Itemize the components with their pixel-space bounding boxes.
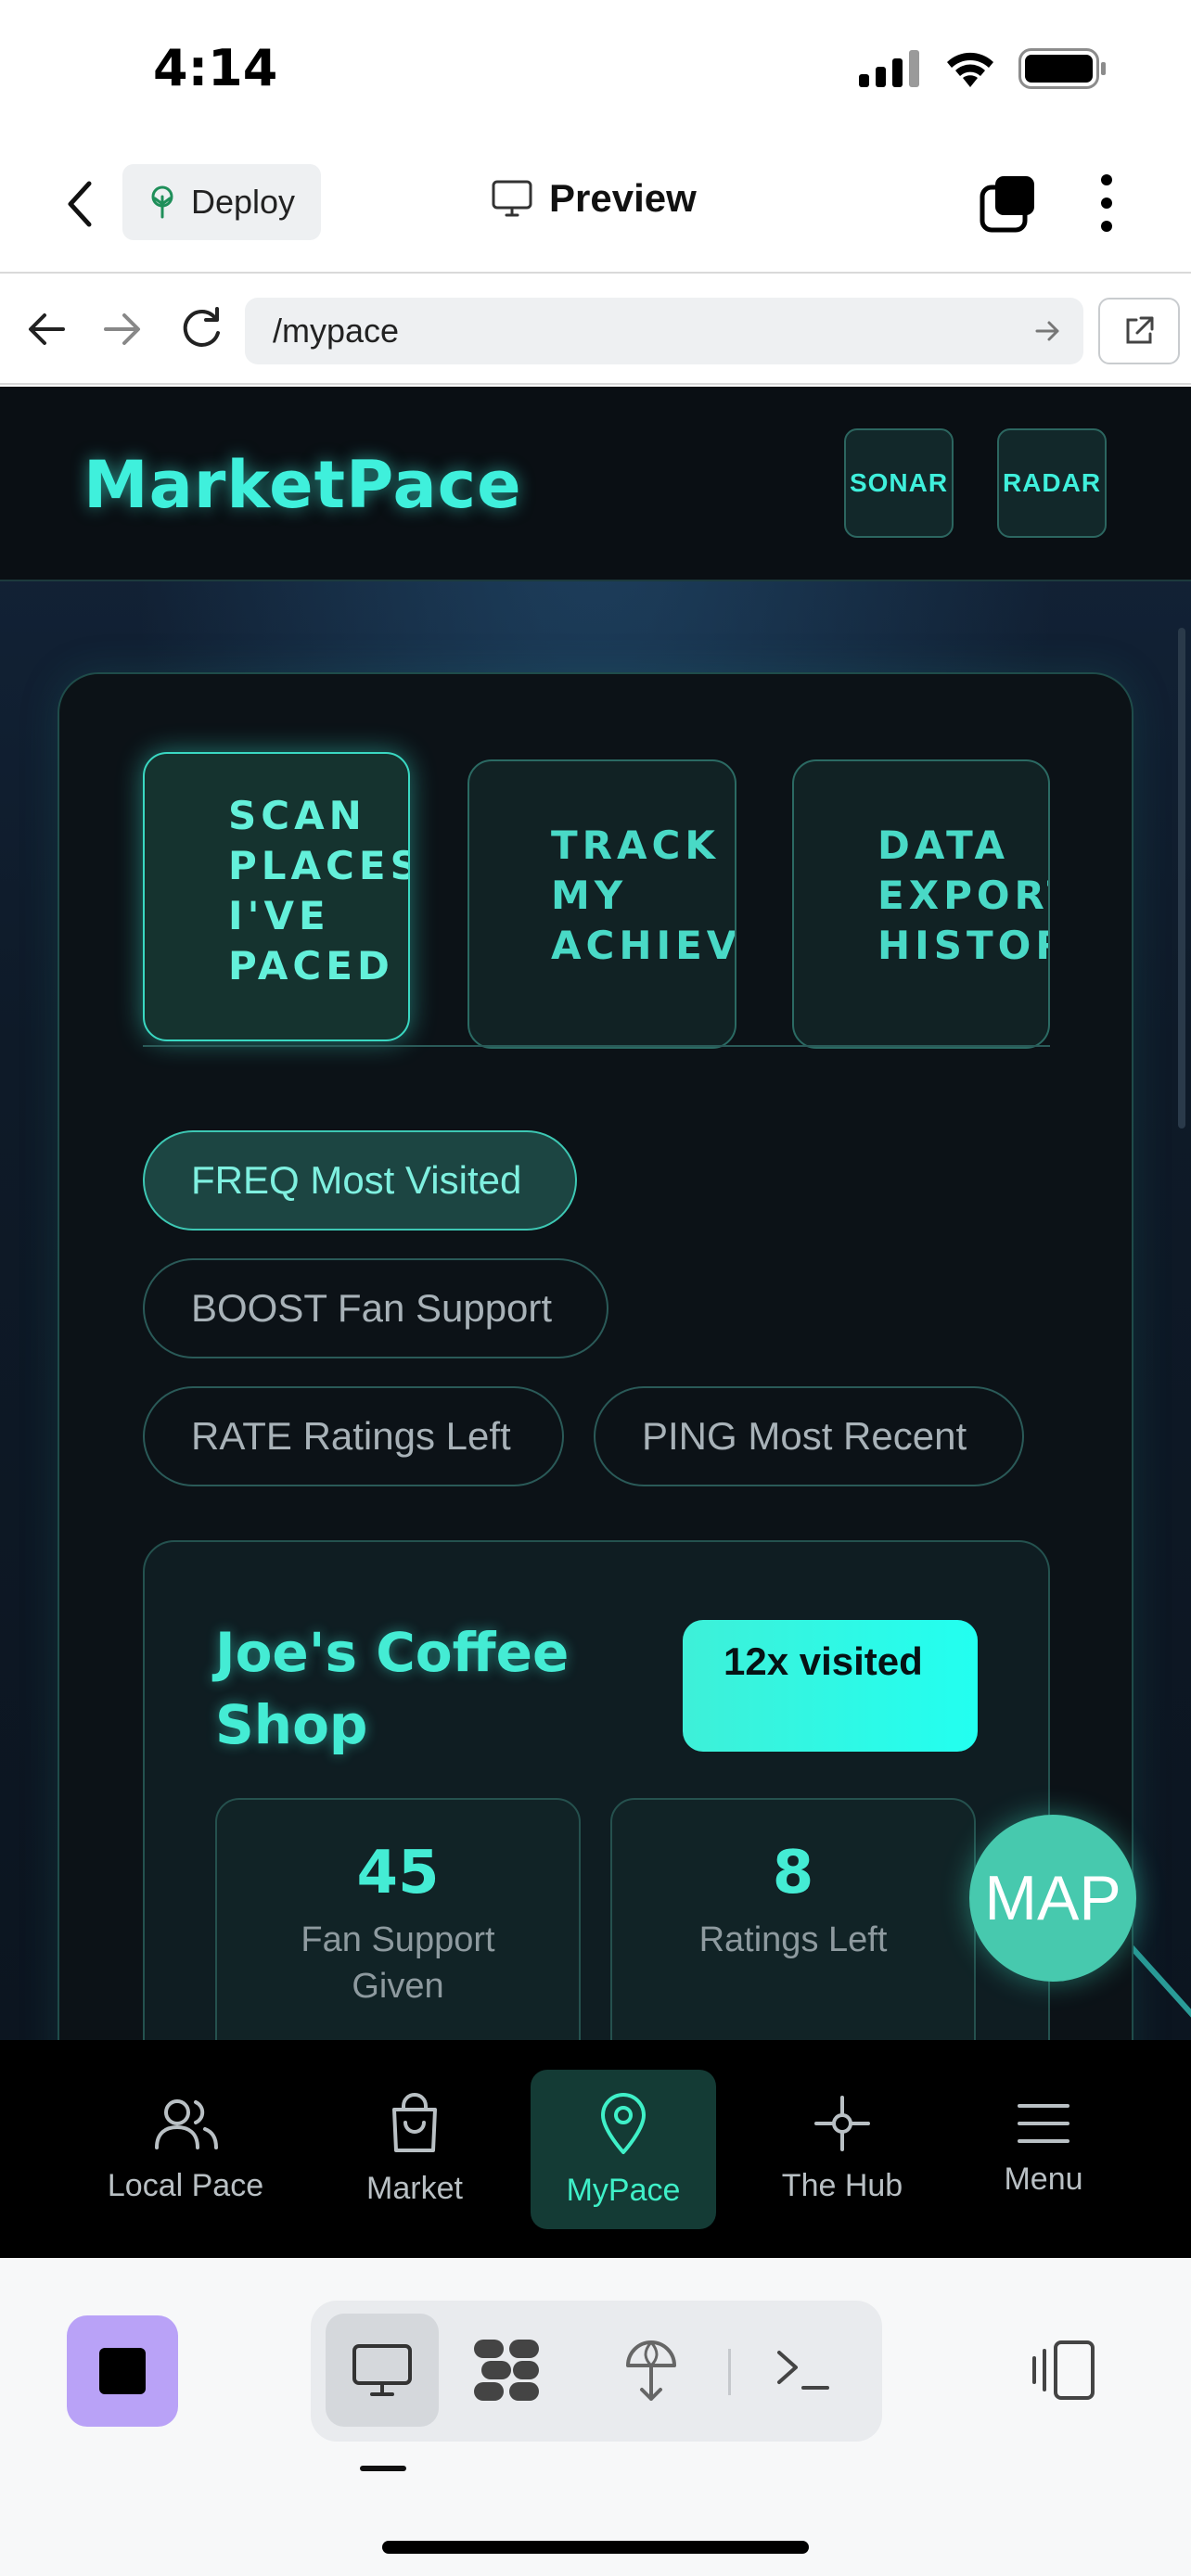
nav-item-the-hub[interactable]: The Hub [749,2070,935,2229]
devices-icon[interactable] [1031,2340,1096,2401]
url-input[interactable]: /mypace [245,298,1083,364]
stat-label: Fan Support Given [301,1920,495,2006]
tab-track-achievements[interactable]: TRACK MY ACHIEVE [467,759,736,1049]
monitor-icon [352,2344,412,2396]
status-icons [859,48,1108,89]
tab-scan-places[interactable]: SCAN PLACES I'VE PACED [143,752,410,1041]
nav-label: Local Pace [107,2167,264,2203]
go-arrow-icon[interactable] [1033,316,1063,346]
home-indicator [382,2541,809,2554]
deploy-icon [151,185,173,219]
workspace-tool-button[interactable] [450,2314,563,2427]
place-card[interactable]: Joe's Coffee Shop 12x visited 45 Fan Sup… [143,1540,1050,2040]
stat-value: 8 [772,1839,814,1907]
deploy-label: Deploy [191,183,296,221]
more-options-icon[interactable] [1099,172,1114,234]
stop-icon [99,2348,146,2394]
stat-label: Ratings Left [698,1920,888,1959]
bottom-nav: Local Pace Market MyPace The Hub Menu [0,2040,1191,2258]
stat-ratings-left: 8 Ratings Left [610,1798,976,2040]
url-bar: /mypace [0,275,1191,385]
stop-button[interactable] [67,2315,178,2427]
nav-label: MyPace [566,2172,681,2208]
scrollbar[interactable] [1178,628,1185,1129]
app-header: MarketPace SONAR RADAR [0,387,1191,581]
tab-divider [143,1045,1050,1047]
app-viewport: MarketPace SONAR RADAR SCAN PLACES I'VE … [0,387,1191,2040]
hub-icon [814,2095,870,2151]
map-pin-icon [601,2092,646,2154]
stat-fan-support: 45 Fan Support Given [215,1798,581,2040]
nav-label: The Hub [781,2167,903,2203]
deploy-button[interactable]: Deploy [122,164,321,240]
nav-label: Market [366,2170,463,2206]
nav-item-market[interactable]: Market [322,2070,507,2229]
filter-chip-freq[interactable]: FREQ Most Visited [143,1130,577,1231]
arrow-left-icon[interactable] [26,311,67,348]
nav-item-mypace[interactable]: MyPace [531,2070,716,2229]
preview-title: Preview [492,176,697,221]
tool-separator [728,2349,731,2395]
battery-icon [1018,48,1106,89]
visit-count-badge: 12x visited [683,1620,978,1752]
radar-button[interactable]: RADAR [997,428,1107,538]
tab-data-export-history-label: DATA EXPORT HISTOR [877,823,1048,968]
stat-value: 45 [356,1839,440,1907]
arrow-right-icon[interactable] [102,311,143,348]
wifi-icon [947,52,993,87]
terminal-icon [777,2351,829,2390]
preview-label: Preview [549,176,697,220]
place-name: Joe's Coffee Shop [215,1621,570,1756]
tab-scan-places-label: SCAN PLACES I'VE PACED [228,793,410,988]
nav-label: Menu [1004,2161,1083,2197]
cellular-signal-icon [859,50,919,87]
menu-icon [1018,2103,1069,2143]
filter-chip-boost[interactable]: BOOST Fan Support [143,1258,608,1358]
back-chevron-icon[interactable] [58,176,104,232]
mypace-panel: SCAN PLACES I'VE PACED TRACK MY ACHIEVE … [58,672,1133,2040]
sonar-button[interactable]: SONAR [844,428,954,538]
tool-group [311,2301,882,2442]
brand-logo[interactable]: MarketPace [83,447,522,523]
shopping-bag-icon [392,2092,437,2152]
external-link-icon [1126,316,1154,344]
filter-chip-rate[interactable]: RATE Ratings Left [143,1386,564,1486]
tabs-icon[interactable] [979,174,1038,234]
status-time: 4:14 [153,39,278,97]
active-tool-indicator [360,2466,406,2471]
url-text: /mypace [273,312,400,350]
users-icon [155,2098,218,2149]
top-bar: Deploy Preview [0,139,1191,274]
deployments-tool-button[interactable] [595,2314,708,2427]
map-button[interactable]: MAP [969,1815,1136,1982]
status-bar: 4:14 [0,0,1191,139]
preview-tool-button[interactable] [326,2314,439,2427]
tab-data-export-history[interactable]: DATA EXPORT HISTOR [792,759,1050,1049]
nav-item-local-pace[interactable]: Local Pace [93,2070,278,2229]
workspace-grid-icon [474,2340,539,2401]
filter-chip-ping[interactable]: PING Most Recent [594,1386,1024,1486]
monitor-icon [492,180,532,217]
deploy-icon [626,2340,676,2401]
reload-icon[interactable] [178,305,224,351]
open-external-button[interactable] [1098,298,1180,364]
tab-track-achievements-label: TRACK MY ACHIEVE [551,823,735,968]
nav-item-menu[interactable]: Menu [951,2070,1136,2229]
workspace-toolbar [0,2258,1191,2576]
shell-tool-button[interactable] [747,2314,860,2427]
